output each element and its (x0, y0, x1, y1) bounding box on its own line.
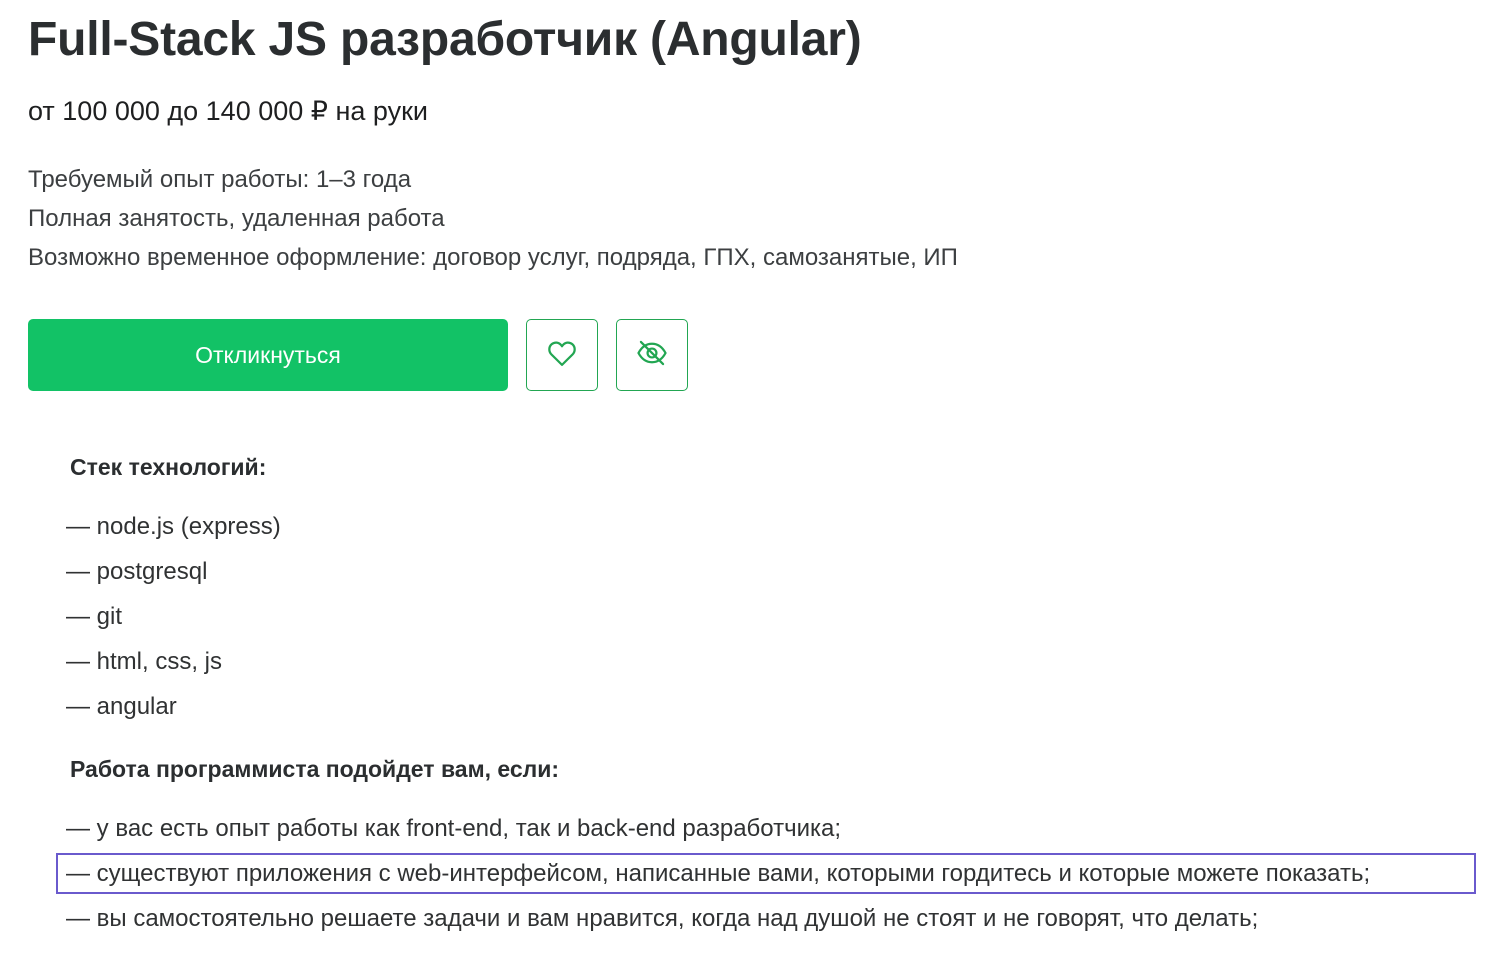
vacancy-title: Full-Stack JS разработчик (Angular) (28, 13, 862, 66)
favorite-button[interactable] (526, 319, 598, 391)
experience-required: Требуемый опыт работы: 1–3 года (28, 166, 412, 193)
fit-item: — вы самостоятельно решаете задачи и вам… (66, 905, 1259, 932)
respond-button[interactable]: Откликнуться (28, 319, 508, 391)
salary: от 100 000 до 140 000 ₽ на руки (28, 96, 428, 126)
fit-item: — существуют приложения с web-интерфейсо… (66, 860, 1371, 887)
stack-item: — html, css, js (66, 648, 223, 675)
fit-item: — у вас есть опыт работы как front-end, … (66, 815, 842, 842)
stack-item: — git (66, 603, 123, 630)
stack-item: — node.js (express) (66, 513, 281, 540)
heart-icon (547, 339, 577, 372)
eye-off-icon (636, 339, 668, 372)
stack-heading: Стек технологий: (70, 454, 267, 480)
stack-item: — angular (66, 693, 177, 720)
contract-options: Возможно временное оформление: договор у… (28, 244, 958, 271)
employment-type: Полная занятость, удаленная работа (28, 205, 445, 232)
hide-vacancy-button[interactable] (616, 319, 688, 391)
fit-heading: Работа программиста подойдет вам, если: (70, 756, 560, 782)
stack-item: — postgresql (66, 558, 208, 585)
